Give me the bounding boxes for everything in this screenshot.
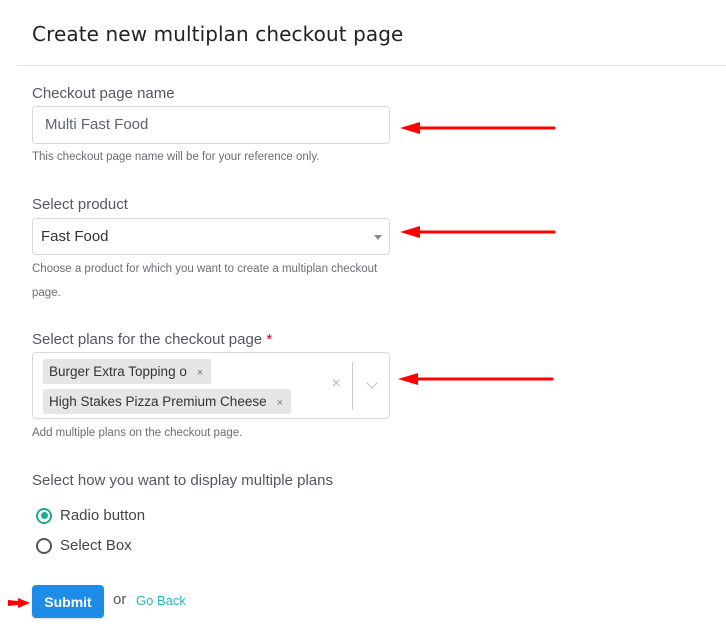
radio-option-radio-button[interactable]: Radio button bbox=[36, 507, 145, 524]
plans-help: Add multiple plans on the checkout page. bbox=[32, 427, 243, 439]
checkout-name-input[interactable]: Multi Fast Food bbox=[32, 106, 390, 144]
annotation-arrow-icon bbox=[398, 373, 554, 385]
checkout-name-value: Multi Fast Food bbox=[45, 116, 149, 133]
annotation-arrow-icon bbox=[400, 226, 556, 238]
product-selected-value: Fast Food bbox=[41, 228, 109, 245]
radio-checked-icon[interactable] bbox=[36, 507, 52, 524]
plans-multiselect[interactable]: Burger Extra Topping o × High Stakes Pizz… bbox=[32, 352, 390, 419]
clear-all-icon[interactable]: × bbox=[332, 375, 341, 393]
radio-option-label: Radio button bbox=[60, 507, 146, 524]
remove-chip-icon[interactable]: × bbox=[277, 397, 283, 409]
product-label: Select product bbox=[32, 196, 128, 213]
plan-chip: High Stakes Pizza Premium Cheese × bbox=[43, 389, 292, 414]
or-text: or bbox=[113, 591, 127, 608]
plan-chip-label: Burger Extra Topping o bbox=[49, 364, 187, 379]
caret-down-icon bbox=[374, 235, 382, 240]
radio-unchecked-icon[interactable] bbox=[36, 537, 52, 554]
plan-chip: Burger Extra Topping o × bbox=[43, 359, 212, 384]
radio-option-select-box[interactable]: Select Box bbox=[36, 537, 132, 554]
checkout-name-label: Checkout page name bbox=[32, 85, 175, 102]
annotation-arrow-icon bbox=[400, 122, 556, 134]
annotation-arrow-right-icon bbox=[8, 598, 30, 608]
required-mark: * bbox=[266, 331, 273, 348]
remove-chip-icon[interactable]: × bbox=[197, 367, 203, 379]
chevron-down-icon[interactable] bbox=[366, 377, 378, 389]
product-help: Choose a product for which you want to c… bbox=[32, 263, 378, 299]
go-back-link[interactable]: Go Back bbox=[136, 593, 186, 608]
submit-button[interactable]: Submit bbox=[32, 585, 104, 618]
plans-label-text: Select plans for the checkout page bbox=[32, 331, 263, 348]
checkout-name-help: This checkout page name will be for your… bbox=[32, 151, 320, 163]
header-divider bbox=[17, 65, 726, 66]
display-label: Select how you want to display multiple … bbox=[32, 472, 333, 489]
radio-option-label: Select Box bbox=[60, 537, 132, 554]
page-title: Create new multiplan checkout page bbox=[32, 22, 404, 46]
plan-chip-label: High Stakes Pizza Premium Cheese bbox=[49, 394, 267, 409]
indicator-separator bbox=[352, 362, 353, 410]
plans-label: Select plans for the checkout page * bbox=[32, 331, 272, 348]
product-select[interactable]: Fast Food bbox=[32, 218, 390, 255]
